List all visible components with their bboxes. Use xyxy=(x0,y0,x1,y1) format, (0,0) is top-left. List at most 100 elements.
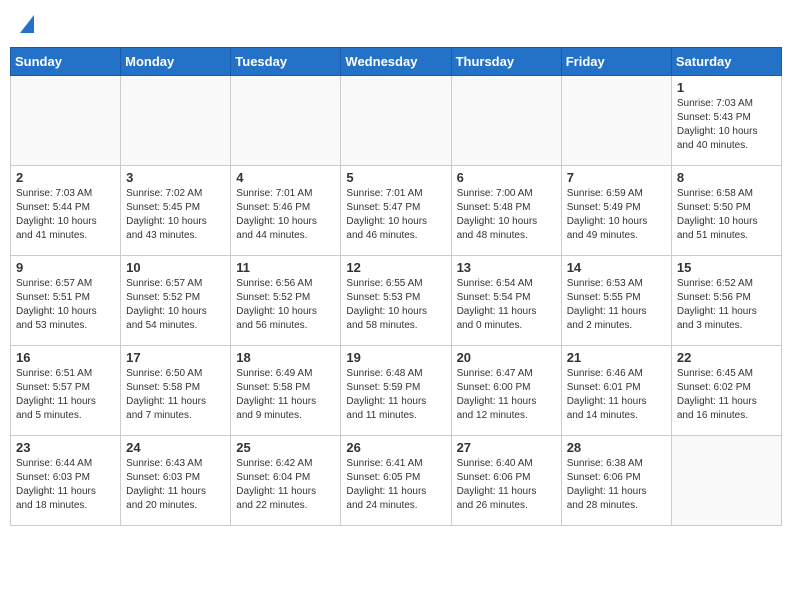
day-info: Sunrise: 6:58 AM Sunset: 5:50 PM Dayligh… xyxy=(677,187,776,243)
calendar-cell: 16 Sunrise: 6:51 AM Sunset: 5:57 PM Dayli… xyxy=(11,346,121,436)
page-header xyxy=(10,10,782,41)
calendar-cell: 17 Sunrise: 6:50 AM Sunset: 5:58 PM Dayli… xyxy=(121,346,231,436)
calendar-cell xyxy=(561,76,671,166)
calendar-week-row: 16 Sunrise: 6:51 AM Sunset: 5:57 PM Dayli… xyxy=(11,346,782,436)
day-number: 24 xyxy=(126,440,225,455)
calendar-cell: 13 Sunrise: 6:54 AM Sunset: 5:54 PM Dayli… xyxy=(451,256,561,346)
calendar-cell: 21 Sunrise: 6:46 AM Sunset: 6:01 PM Dayli… xyxy=(561,346,671,436)
day-number: 17 xyxy=(126,350,225,365)
calendar-cell: 24 Sunrise: 6:43 AM Sunset: 6:03 PM Dayli… xyxy=(121,436,231,526)
calendar-cell xyxy=(671,436,781,526)
day-number: 21 xyxy=(567,350,666,365)
day-info: Sunrise: 6:48 AM Sunset: 5:59 PM Dayligh… xyxy=(346,367,445,423)
weekday-header-thursday: Thursday xyxy=(451,48,561,76)
day-number: 9 xyxy=(16,260,115,275)
calendar-cell: 11 Sunrise: 6:56 AM Sunset: 5:52 PM Dayli… xyxy=(231,256,341,346)
day-info: Sunrise: 6:57 AM Sunset: 5:51 PM Dayligh… xyxy=(16,277,115,333)
day-info: Sunrise: 6:43 AM Sunset: 6:03 PM Dayligh… xyxy=(126,457,225,513)
day-number: 3 xyxy=(126,170,225,185)
day-info: Sunrise: 7:01 AM Sunset: 5:46 PM Dayligh… xyxy=(236,187,335,243)
day-number: 7 xyxy=(567,170,666,185)
day-number: 5 xyxy=(346,170,445,185)
day-info: Sunrise: 6:55 AM Sunset: 5:53 PM Dayligh… xyxy=(346,277,445,333)
day-info: Sunrise: 6:46 AM Sunset: 6:01 PM Dayligh… xyxy=(567,367,666,423)
day-info: Sunrise: 6:49 AM Sunset: 5:58 PM Dayligh… xyxy=(236,367,335,423)
day-info: Sunrise: 7:03 AM Sunset: 5:43 PM Dayligh… xyxy=(677,97,776,153)
day-info: Sunrise: 6:45 AM Sunset: 6:02 PM Dayligh… xyxy=(677,367,776,423)
day-number: 27 xyxy=(457,440,556,455)
day-info: Sunrise: 7:03 AM Sunset: 5:44 PM Dayligh… xyxy=(16,187,115,243)
day-number: 22 xyxy=(677,350,776,365)
calendar-cell: 10 Sunrise: 6:57 AM Sunset: 5:52 PM Dayli… xyxy=(121,256,231,346)
weekday-header-wednesday: Wednesday xyxy=(341,48,451,76)
day-info: Sunrise: 6:56 AM Sunset: 5:52 PM Dayligh… xyxy=(236,277,335,333)
calendar-cell: 19 Sunrise: 6:48 AM Sunset: 5:59 PM Dayli… xyxy=(341,346,451,436)
day-info: Sunrise: 6:57 AM Sunset: 5:52 PM Dayligh… xyxy=(126,277,225,333)
calendar-cell: 25 Sunrise: 6:42 AM Sunset: 6:04 PM Dayli… xyxy=(231,436,341,526)
day-number: 15 xyxy=(677,260,776,275)
day-info: Sunrise: 7:00 AM Sunset: 5:48 PM Dayligh… xyxy=(457,187,556,243)
calendar-header-row: SundayMondayTuesdayWednesdayThursdayFrid… xyxy=(11,48,782,76)
day-number: 2 xyxy=(16,170,115,185)
calendar-cell: 4 Sunrise: 7:01 AM Sunset: 5:46 PM Daylig… xyxy=(231,166,341,256)
day-info: Sunrise: 6:42 AM Sunset: 6:04 PM Dayligh… xyxy=(236,457,335,513)
calendar-cell: 22 Sunrise: 6:45 AM Sunset: 6:02 PM Dayli… xyxy=(671,346,781,436)
day-number: 6 xyxy=(457,170,556,185)
calendar-cell: 6 Sunrise: 7:00 AM Sunset: 5:48 PM Daylig… xyxy=(451,166,561,256)
day-info: Sunrise: 6:53 AM Sunset: 5:55 PM Dayligh… xyxy=(567,277,666,333)
calendar-cell: 7Sunrise: 6:59 AM Sunset: 5:49 PM Daylig… xyxy=(561,166,671,256)
weekday-header-tuesday: Tuesday xyxy=(231,48,341,76)
day-number: 26 xyxy=(346,440,445,455)
calendar-cell: 9 Sunrise: 6:57 AM Sunset: 5:51 PM Daylig… xyxy=(11,256,121,346)
weekday-header-saturday: Saturday xyxy=(671,48,781,76)
day-info: Sunrise: 6:40 AM Sunset: 6:06 PM Dayligh… xyxy=(457,457,556,513)
day-info: Sunrise: 7:01 AM Sunset: 5:47 PM Dayligh… xyxy=(346,187,445,243)
day-number: 25 xyxy=(236,440,335,455)
day-number: 16 xyxy=(16,350,115,365)
calendar-week-row: 1 Sunrise: 7:03 AM Sunset: 5:43 PM Daylig… xyxy=(11,76,782,166)
day-number: 4 xyxy=(236,170,335,185)
calendar-cell: 14 Sunrise: 6:53 AM Sunset: 5:55 PM Dayli… xyxy=(561,256,671,346)
calendar-cell xyxy=(11,76,121,166)
calendar-cell: 2 Sunrise: 7:03 AM Sunset: 5:44 PM Daylig… xyxy=(11,166,121,256)
day-info: Sunrise: 6:52 AM Sunset: 5:56 PM Dayligh… xyxy=(677,277,776,333)
day-info: Sunrise: 6:41 AM Sunset: 6:05 PM Dayligh… xyxy=(346,457,445,513)
day-number: 10 xyxy=(126,260,225,275)
calendar-cell: 15 Sunrise: 6:52 AM Sunset: 5:56 PM Dayli… xyxy=(671,256,781,346)
calendar-cell: 20Sunrise: 6:47 AM Sunset: 6:00 PM Dayli… xyxy=(451,346,561,436)
logo xyxy=(18,14,34,37)
day-number: 18 xyxy=(236,350,335,365)
day-number: 28 xyxy=(567,440,666,455)
calendar-cell: 5 Sunrise: 7:01 AM Sunset: 5:47 PM Daylig… xyxy=(341,166,451,256)
day-number: 8 xyxy=(677,170,776,185)
day-number: 23 xyxy=(16,440,115,455)
calendar-cell: 18 Sunrise: 6:49 AM Sunset: 5:58 PM Dayli… xyxy=(231,346,341,436)
day-info: Sunrise: 7:02 AM Sunset: 5:45 PM Dayligh… xyxy=(126,187,225,243)
weekday-header-friday: Friday xyxy=(561,48,671,76)
day-number: 19 xyxy=(346,350,445,365)
calendar-week-row: 9 Sunrise: 6:57 AM Sunset: 5:51 PM Daylig… xyxy=(11,256,782,346)
day-number: 14 xyxy=(567,260,666,275)
calendar-cell xyxy=(231,76,341,166)
calendar-cell: 12Sunrise: 6:55 AM Sunset: 5:53 PM Dayli… xyxy=(341,256,451,346)
day-info: Sunrise: 6:47 AM Sunset: 6:00 PM Dayligh… xyxy=(457,367,556,423)
day-number: 1 xyxy=(677,80,776,95)
weekday-header-sunday: Sunday xyxy=(11,48,121,76)
calendar-cell: 27 Sunrise: 6:40 AM Sunset: 6:06 PM Dayli… xyxy=(451,436,561,526)
calendar-cell: 1 Sunrise: 7:03 AM Sunset: 5:43 PM Daylig… xyxy=(671,76,781,166)
calendar-cell: 8 Sunrise: 6:58 AM Sunset: 5:50 PM Daylig… xyxy=(671,166,781,256)
day-info: Sunrise: 6:51 AM Sunset: 5:57 PM Dayligh… xyxy=(16,367,115,423)
day-info: Sunrise: 6:54 AM Sunset: 5:54 PM Dayligh… xyxy=(457,277,556,333)
calendar-table: SundayMondayTuesdayWednesdayThursdayFrid… xyxy=(10,47,782,526)
day-info: Sunrise: 6:38 AM Sunset: 6:06 PM Dayligh… xyxy=(567,457,666,513)
calendar-week-row: 2 Sunrise: 7:03 AM Sunset: 5:44 PM Daylig… xyxy=(11,166,782,256)
calendar-week-row: 23Sunrise: 6:44 AM Sunset: 6:03 PM Dayli… xyxy=(11,436,782,526)
day-number: 11 xyxy=(236,260,335,275)
calendar-cell: 23Sunrise: 6:44 AM Sunset: 6:03 PM Dayli… xyxy=(11,436,121,526)
day-number: 13 xyxy=(457,260,556,275)
day-info: Sunrise: 6:50 AM Sunset: 5:58 PM Dayligh… xyxy=(126,367,225,423)
calendar-cell: 26 Sunrise: 6:41 AM Sunset: 6:05 PM Dayli… xyxy=(341,436,451,526)
calendar-cell xyxy=(121,76,231,166)
calendar-cell: 3 Sunrise: 7:02 AM Sunset: 5:45 PM Daylig… xyxy=(121,166,231,256)
weekday-header-monday: Monday xyxy=(121,48,231,76)
